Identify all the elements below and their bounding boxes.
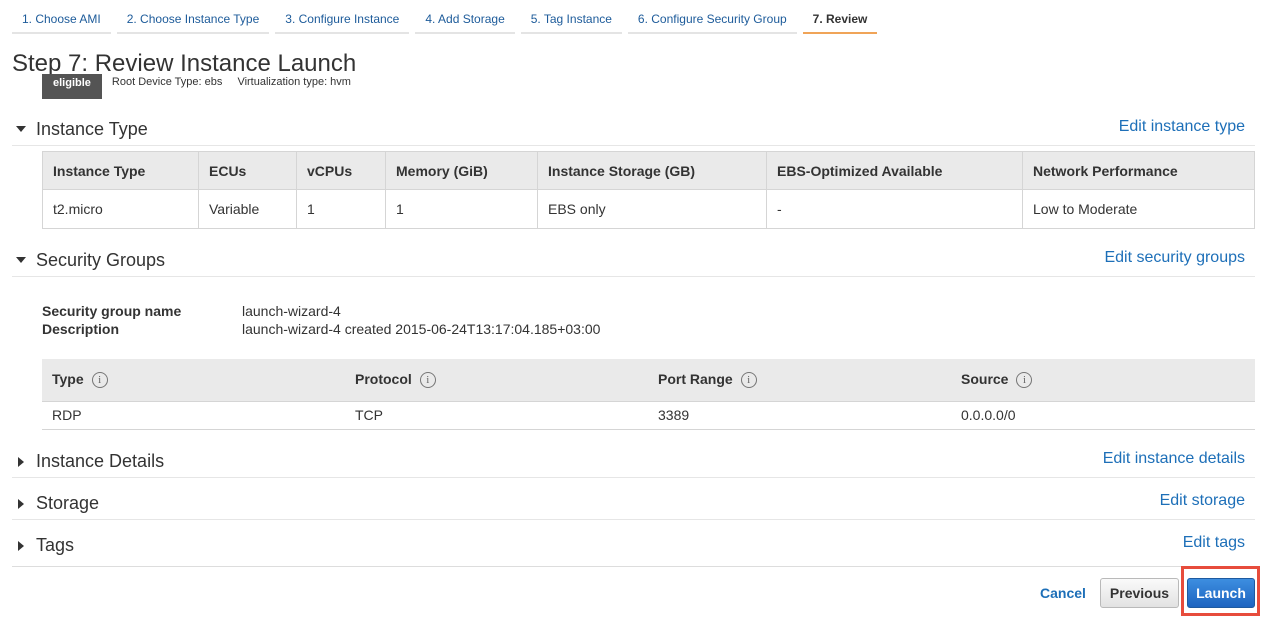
column-header: Instance Type xyxy=(42,151,199,190)
section-instance-type: Instance Type Edit instance type xyxy=(12,118,1255,146)
previous-button[interactable]: Previous xyxy=(1100,578,1179,608)
wizard-step-choose-instance-type[interactable]: 2. Choose Instance Type xyxy=(116,0,270,34)
table-row: RDP TCP 3389 0.0.0.0/0 xyxy=(42,401,1255,430)
wizard-step-review[interactable]: 7. Review xyxy=(802,0,878,34)
column-header: vCPUs xyxy=(296,151,386,190)
description-label: Description xyxy=(42,321,120,337)
info-icon[interactable]: i xyxy=(419,372,436,389)
section-title[interactable]: Instance Type xyxy=(36,119,148,140)
wizard-step-configure-instance[interactable]: 3. Configure Instance xyxy=(275,0,410,34)
column-header: ECUs xyxy=(198,151,297,190)
launch-button[interactable]: Launch xyxy=(1187,578,1255,608)
table-cell: - xyxy=(766,189,1023,229)
section-title[interactable]: Instance Details xyxy=(36,451,164,472)
section-security-groups: Security Groups Edit security groups xyxy=(12,249,1255,277)
instance-type-table: Instance Type ECUs vCPUs Memory (GiB) In… xyxy=(42,151,1255,229)
section-title[interactable]: Security Groups xyxy=(36,250,165,271)
security-group-name-value: launch-wizard-4 xyxy=(242,303,341,319)
edit-instance-type-link[interactable]: Edit instance type xyxy=(1119,118,1245,136)
edit-instance-details-link[interactable]: Edit instance details xyxy=(1103,450,1245,468)
table-cell: TCP xyxy=(345,401,648,430)
ami-summary: eligible Root Device Type: ebs Virtualiz… xyxy=(42,74,363,99)
info-icon[interactable]: i xyxy=(91,372,108,389)
security-group-info: Security group name launch-wizard-4 Desc… xyxy=(42,303,600,339)
expand-triangle-icon[interactable] xyxy=(18,541,24,551)
column-header: Instance Storage (GB) xyxy=(537,151,767,190)
section-title[interactable]: Storage xyxy=(36,493,99,514)
column-header-port-range: Port Range i xyxy=(648,359,951,402)
root-device-type: Root Device Type: ebs xyxy=(111,76,223,88)
table-header-row: Instance Type ECUs vCPUs Memory (GiB) In… xyxy=(42,151,1255,190)
wizard-step-choose-ami[interactable]: 1. Choose AMI xyxy=(12,0,111,34)
section-title[interactable]: Tags xyxy=(36,535,74,556)
collapse-triangle-icon[interactable] xyxy=(16,257,26,263)
column-header: EBS-Optimized Available xyxy=(766,151,1023,190)
table-cell: 1 xyxy=(385,189,538,229)
info-icon[interactable]: i xyxy=(1016,372,1033,389)
table-cell: 3389 xyxy=(648,401,951,430)
section-storage: Storage Edit storage xyxy=(12,492,1255,520)
table-cell: Low to Moderate xyxy=(1022,189,1255,229)
description-value: launch-wizard-4 created 2015-06-24T13:17… xyxy=(242,321,601,337)
column-header-source: Source i xyxy=(951,359,1255,402)
column-header-type: Type i xyxy=(42,359,345,402)
expand-triangle-icon[interactable] xyxy=(18,457,24,467)
wizard-step-tag-instance[interactable]: 5. Tag Instance xyxy=(520,0,622,34)
section-instance-details: Instance Details Edit instance details xyxy=(12,450,1255,478)
info-icon[interactable]: i xyxy=(740,372,757,389)
ami-meta: Root Device Type: ebs Virtualization typ… xyxy=(112,76,363,88)
table-cell: Variable xyxy=(198,189,297,229)
free-tier-badge: eligible xyxy=(42,74,102,99)
edit-security-groups-link[interactable]: Edit security groups xyxy=(1104,249,1245,267)
security-rules-table: Type i Protocol i Port Range i Source i RDP … xyxy=(42,359,1255,430)
collapse-triangle-icon[interactable] xyxy=(16,126,26,132)
expand-triangle-icon[interactable] xyxy=(18,499,24,509)
table-cell: 0.0.0.0/0 xyxy=(951,401,1255,430)
column-header-protocol: Protocol i xyxy=(345,359,648,402)
table-cell: 1 xyxy=(296,189,386,229)
security-group-name-label: Security group name xyxy=(42,303,182,319)
table-cell: t2.micro xyxy=(42,189,199,229)
virtualization-type: Virtualization type: hvm xyxy=(237,76,351,88)
table-cell: EBS only xyxy=(537,189,767,229)
section-tags: Tags Edit tags xyxy=(12,534,1255,562)
table-cell: RDP xyxy=(42,401,345,430)
table-header-row: Type i Protocol i Port Range i Source i xyxy=(42,359,1255,402)
wizard-steps: 1. Choose AMI 2. Choose Instance Type 3.… xyxy=(12,0,883,34)
edit-tags-link[interactable]: Edit tags xyxy=(1183,534,1245,552)
table-row: t2.micro Variable 1 1 EBS only - Low to … xyxy=(42,189,1255,229)
edit-storage-link[interactable]: Edit storage xyxy=(1160,492,1245,510)
wizard-step-add-storage[interactable]: 4. Add Storage xyxy=(415,0,515,34)
column-header: Network Performance xyxy=(1022,151,1255,190)
footer-divider xyxy=(12,566,1255,567)
cancel-button[interactable]: Cancel xyxy=(1040,585,1086,601)
column-header: Memory (GiB) xyxy=(385,151,538,190)
wizard-step-configure-security-group[interactable]: 6. Configure Security Group xyxy=(627,0,797,34)
